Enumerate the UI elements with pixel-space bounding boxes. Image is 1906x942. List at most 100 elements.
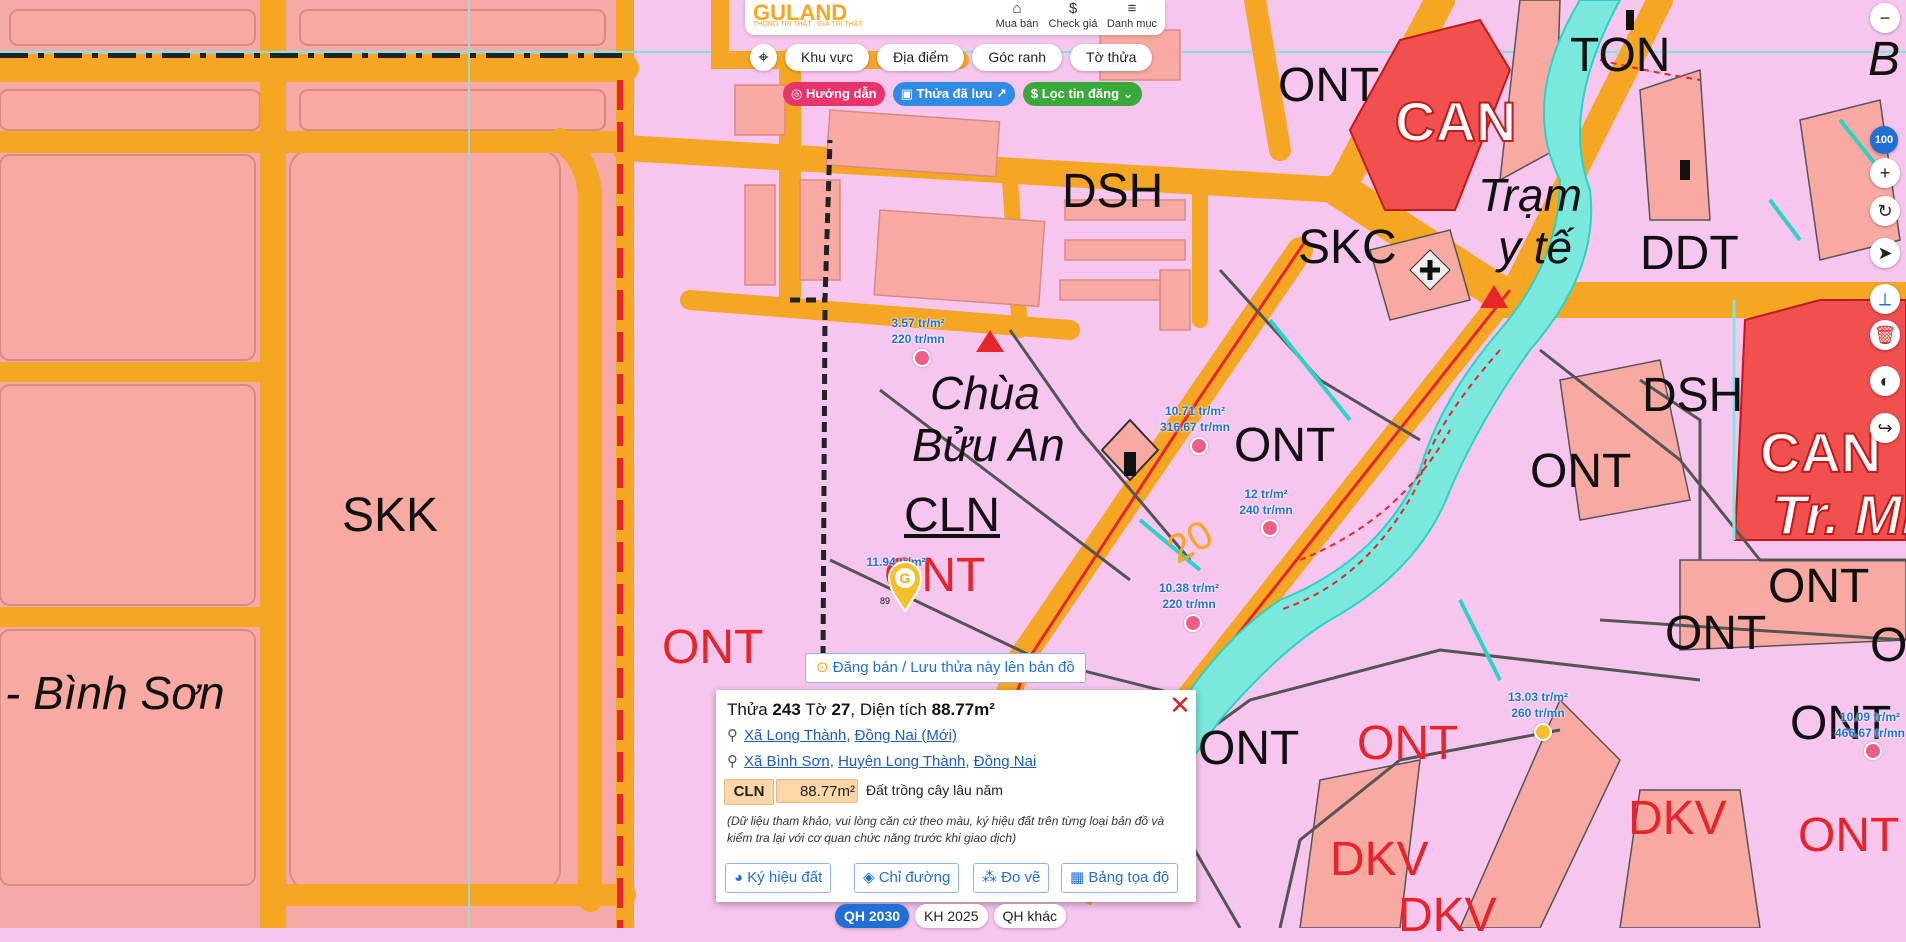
target-icon: ◎	[791, 86, 806, 101]
palette-icon: ◐	[1879, 371, 1891, 391]
place-label: y tế	[1498, 221, 1573, 273]
zone-label: DKV	[1628, 792, 1727, 845]
menu-icon: ≡	[1127, 0, 1137, 17]
price-label[interactable]: 10.09 tr/m² 466.67 tr/mn	[1835, 709, 1905, 741]
dollar-icon: $	[1068, 0, 1078, 17]
layer-style-button[interactable]: ◐	[1870, 366, 1900, 396]
zone-label: B	[1868, 33, 1901, 86]
address-link[interactable]: Xã Bình Sơn	[744, 753, 830, 770]
measure-draw-button[interactable]: ⁂ Đo vẽ	[973, 863, 1050, 893]
tab-kh-2025[interactable]: KH 2025	[915, 904, 988, 928]
chip-place[interactable]: Địa điểm	[877, 44, 965, 71]
zone-label: ONT	[1665, 607, 1767, 660]
chip-area[interactable]: Khu vực	[785, 44, 870, 71]
place-label: - Bình Sơn	[5, 667, 225, 719]
price-marker[interactable]	[913, 349, 931, 367]
price-label[interactable]: 13.03 tr/m² 260 tr/mn	[1508, 689, 1568, 721]
land-description: Đất trồng cây lâu năm	[866, 782, 1003, 798]
zone-label: Tr. MN	[1771, 483, 1906, 546]
marker-label: 89	[880, 596, 891, 606]
land-area-badge: 88.77m²	[776, 779, 858, 803]
filter-chips: ⌖ Khu vực Địa điểm Góc ranh Tờ thửa	[750, 44, 1153, 71]
guide-button[interactable]: ◎ Hướng dẫn	[783, 82, 885, 106]
crosshair-icon: ⌖	[758, 47, 769, 67]
share-button[interactable]: ↪	[1870, 413, 1900, 443]
address-link[interactable]: Đồng Nai	[974, 753, 1037, 770]
zone-label: ONT	[1234, 419, 1336, 472]
buy-sell-button[interactable]: ⌂ Mua bán	[993, 0, 1041, 30]
chip-sheet-parcel[interactable]: Tờ thửa	[1070, 44, 1153, 71]
address-link[interactable]: Đồng Nai (Mới)	[855, 727, 957, 744]
coordinates-table-button[interactable]: ▦ Bảng tọa độ	[1061, 863, 1179, 893]
address-link[interactable]: Huyện Long Thành	[838, 753, 965, 770]
navigate-button[interactable]: ➤	[1870, 238, 1900, 268]
zone-label: TON	[1570, 29, 1671, 82]
saved-parcels-button[interactable]: ▣ Thửa đã lưu ↗	[892, 82, 1015, 106]
pin-icon: ⊙	[816, 659, 833, 676]
price-label[interactable]: 10.38 tr/m² 220 tr/mn	[1159, 580, 1219, 612]
temple-icon	[1124, 452, 1136, 476]
zone-label: CLN	[904, 489, 1001, 542]
chip-corner[interactable]: Góc ranh	[972, 44, 1063, 71]
place-label: Chùa	[930, 367, 1040, 419]
zone-label: ONT	[1198, 722, 1300, 775]
directions-icon: ◈	[863, 869, 879, 886]
place-label: Trạm	[1478, 169, 1582, 221]
zone-label: ONT	[1278, 59, 1380, 112]
zone-label: DSH	[1062, 165, 1164, 218]
price-marker[interactable]	[1534, 723, 1552, 741]
zoom-in-button[interactable]: +	[1870, 158, 1900, 188]
menu-button[interactable]: ≡ Danh mục	[1105, 0, 1159, 30]
navigation-arrow-icon: ➤	[1877, 243, 1893, 263]
place-label: Bửu An	[912, 419, 1065, 471]
land-symbol-button[interactable]: ◕ Ký hiệu đất	[725, 863, 832, 893]
location-pin-icon: ⚲	[727, 753, 738, 770]
zone-label: CAN	[1759, 421, 1882, 484]
price-marker[interactable]	[1261, 519, 1279, 537]
delete-button[interactable]: 🗑	[1870, 320, 1900, 350]
zone-label: DKV	[1398, 889, 1497, 942]
zone-label: DDT	[1640, 227, 1739, 280]
price-marker[interactable]	[1184, 614, 1202, 632]
zone-label: ONT	[1357, 717, 1459, 770]
tab-qh-other[interactable]: QH khác	[993, 904, 1066, 928]
zone-label: SKC	[1298, 221, 1397, 274]
zone-label: SKK	[342, 489, 439, 542]
address-old: ⚲ Xã Bình Sơn, Huyện Long Thành, Đồng Nai	[727, 753, 1037, 770]
price-marker[interactable]	[1190, 437, 1208, 455]
zone-label: ONT	[1870, 619, 1906, 672]
location-pin-icon: ⚲	[727, 727, 738, 744]
directions-button[interactable]: ◈ Chỉ đường	[854, 863, 960, 893]
zoom-level: 100	[1870, 126, 1898, 154]
refresh-button[interactable]: ↻	[1870, 196, 1900, 226]
price-label[interactable]: 3.57 tr/m² 220 tr/mn	[891, 315, 944, 347]
zoom-out-button[interactable]: −	[1870, 3, 1900, 33]
selected-parcel-marker-icon[interactable]: G	[887, 560, 923, 613]
top-header: GULAND THÔNG TIN THẬT · GIÁ TRỊ THẬT ⌂ Mu…	[745, 0, 1165, 35]
price-marker[interactable]	[1864, 742, 1882, 760]
price-label[interactable]: 12 tr/m² 240 tr/mn	[1239, 486, 1292, 518]
tab-qh-2030[interactable]: QH 2030	[835, 904, 910, 928]
post-parcel-button[interactable]: ⊙ Đăng bán / Lưu thửa này lên bản đồ	[805, 653, 1086, 683]
zone-label: ONT	[1768, 560, 1870, 613]
close-icon[interactable]: ✕	[1168, 692, 1192, 718]
plan-tabs: QH 2030 KH 2025 QH khác	[835, 904, 1066, 928]
price-label[interactable]: 10.71 tr/m² 316.67 tr/mn	[1160, 403, 1230, 435]
zone-label: ONT	[662, 621, 764, 674]
house-icon: ⌂	[1012, 0, 1022, 17]
measure-icon: ⁂	[982, 869, 1002, 886]
ruler-icon: ⟂	[1878, 289, 1891, 309]
zone-label: DSH	[1642, 369, 1744, 422]
minus-icon: −	[1879, 8, 1891, 28]
share-icon: ↪	[1877, 418, 1893, 438]
svg-text:G: G	[900, 570, 911, 586]
disclaimer-note: (Dữ liệu tham khảo, vui lòng căn cứ theo…	[727, 814, 1165, 845]
measure-button[interactable]: ⟂	[1870, 284, 1900, 314]
quick-tags: ◎ Hướng dẫn ▣ Thửa đã lưu ↗ $ Lọc tin đă…	[783, 82, 1142, 106]
check-price-button[interactable]: $ Check giá	[1047, 0, 1099, 30]
parcel-info-popup: Thửa 243 Tờ 27, Diện tích 88.77m² ✕ ⚲ Xã …	[716, 690, 1196, 902]
locate-me-button[interactable]: ⌖	[750, 44, 777, 71]
filter-listings-button[interactable]: $ Lọc tin đăng ⌄	[1022, 82, 1142, 106]
zone-label: DKV	[1330, 833, 1429, 886]
address-link[interactable]: Xã Long Thành	[744, 727, 846, 744]
